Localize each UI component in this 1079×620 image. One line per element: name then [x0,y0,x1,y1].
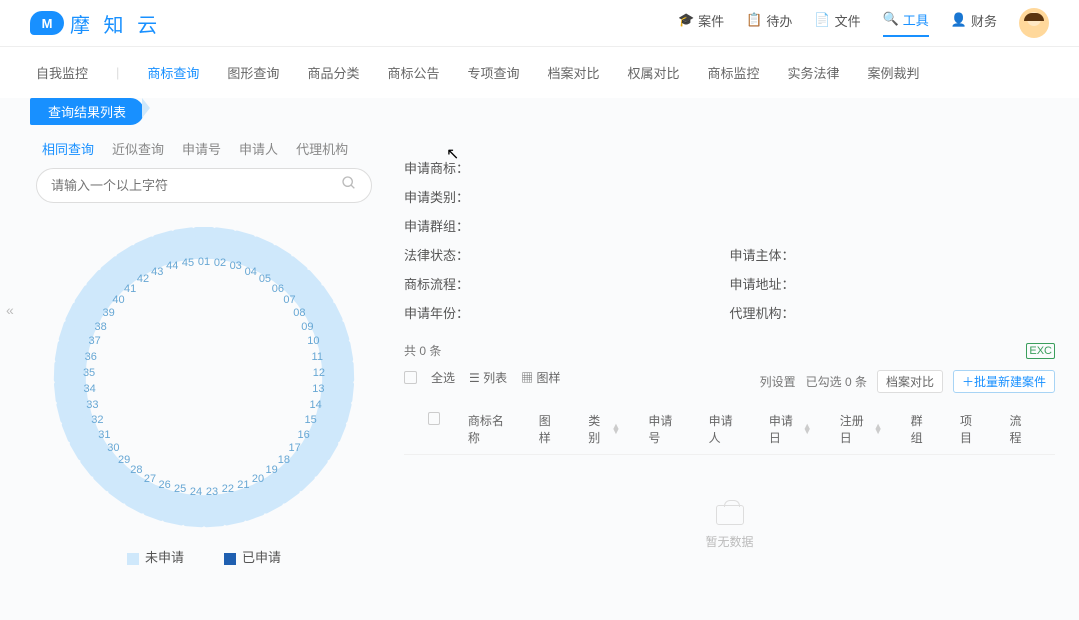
subnav-9[interactable]: 实务法律 [788,63,840,82]
query-tab-3[interactable]: 申请人 [239,139,278,158]
right-panel: 申请商标： 申请类别： 申请群组： 法律状态：申请主体：商标流程：申请地址：申请年份：… [404,98,1055,600]
query-tab-2[interactable]: 申请号 [182,139,221,158]
info-商标流程: 商标流程： [404,274,730,293]
top-nav: 🎓案件 📋待办 📄文件 🔍工具 👤财务 [678,8,1049,38]
nav-icon: 🔍 [883,11,899,27]
panel-title-ribbon: 查询结果列表 [30,98,144,125]
nav-icon: 👤 [951,12,967,28]
info-申请群组: 申请群组： [404,216,730,235]
export-excel-icon[interactable]: EXC [1026,343,1055,359]
batch-new-button[interactable]: ＋批量新建案件 [953,370,1055,393]
list-toolbar: 全选 ☰ 列表 ▦ 图样 列设置 已勾选 0 条 档案对比 ＋批量新建案件 [404,369,1055,394]
logo-badge-icon: M [30,11,64,35]
info-申请商标: 申请商标： [404,158,730,177]
info-申请主体: 申请主体： [730,245,1056,264]
info-申请类别: 申请类别： [404,187,730,206]
top-nav-4[interactable]: 👤财务 [951,11,997,36]
legend-applied: 已申请 [224,547,281,566]
info-法律状态: 法律状态： [404,245,730,264]
th-8[interactable]: 项目 [960,412,981,446]
logo-text: 摩 知 云 [70,9,161,38]
th-3[interactable]: 申请号 [648,412,680,446]
table-header: 商标名称图样类别▲▼ 申请号申请人申请日▲▼ 注册日▲▼ 群组项目流程 [404,404,1055,455]
th-1[interactable]: 图样 [539,412,560,446]
th-7[interactable]: 群组 [911,412,932,446]
top-nav-1[interactable]: 📋待办 [746,11,792,36]
subnav-7[interactable]: 权属对比 [628,63,680,82]
query-tab-4[interactable]: 代理机构 [296,139,348,158]
checked-count: 已勾选 0 条 [806,373,867,390]
search-box[interactable] [36,168,372,203]
empty-state: 暂无数据 [404,455,1055,600]
th-0[interactable]: 商标名称 [468,412,511,446]
subnav-4[interactable]: 商标公告 [387,63,439,82]
nav-icon: 📋 [746,12,762,28]
subnav-5[interactable]: 专项查询 [467,63,519,82]
logo[interactable]: M 摩 知 云 [30,9,161,38]
info-grid: 申请商标： 申请类别： 申请群组： 法律状态：申请主体：商标流程：申请地址：申请年份：… [404,158,1055,322]
sort-icon[interactable]: ▲▼ [803,424,812,434]
query-tab-0[interactable]: 相同查询 [42,139,94,158]
wheel-num-45[interactable]: 45 [178,253,198,273]
subnav-3[interactable]: 商品分类 [307,63,359,82]
column-settings[interactable]: 列设置 [760,373,796,390]
collapse-left-icon[interactable]: « [6,302,14,318]
total-count: 共 0 条 [404,342,441,359]
grid-view-toggle[interactable]: ▦ 图样 [521,369,560,386]
select-all-checkbox[interactable] [404,371,417,384]
top-nav-0[interactable]: 🎓案件 [678,11,724,36]
nav-icon: 📄 [814,12,830,28]
list-view-toggle[interactable]: ☰ 列表 [469,369,507,386]
subnav-1[interactable]: 商标查询 [147,63,199,82]
sort-icon[interactable]: ▲▼ [611,424,620,434]
search-icon[interactable] [341,175,357,196]
info-申请地址: 申请地址： [730,274,1056,293]
info-代理机构: 代理机构： [730,303,1056,322]
result-toolbar: 共 0 条 EXC [404,342,1055,359]
th-2[interactable]: 类别▲▼ [588,412,620,446]
app-header: M 摩 知 云 🎓案件 📋待办 📄文件 🔍工具 👤财务 [0,0,1079,47]
subnav-10[interactable]: 案例裁判 [868,63,920,82]
legend-unapplied: 未申请 [127,547,184,566]
th-9[interactable]: 流程 [1010,412,1031,446]
sub-nav: 自我监控|商标查询图形查询商品分类商标公告专项查询档案对比权属对比商标监控实务法… [0,47,1079,98]
left-panel: 查询结果列表 相同查询近似查询申请号申请人代理机构 01020304050607… [24,98,384,600]
query-tab-1[interactable]: 近似查询 [112,139,164,158]
top-nav-3[interactable]: 🔍工具 [883,10,929,37]
header-checkbox[interactable] [428,412,440,425]
category-wheel: 0102030405060708091011121314151617181920… [54,227,354,527]
query-tabs: 相同查询近似查询申请号申请人代理机构 [24,125,384,168]
compare-button[interactable]: 档案对比 [877,370,943,393]
empty-inbox-icon [716,505,744,525]
top-nav-2[interactable]: 📄文件 [814,11,860,36]
subnav-8[interactable]: 商标监控 [708,63,760,82]
subnav-2[interactable]: 图形查询 [227,63,279,82]
nav-icon: 🎓 [678,12,694,28]
wheel-legend: 未申请 已申请 [24,537,384,576]
avatar[interactable] [1019,8,1049,38]
subnav-6[interactable]: 档案对比 [547,63,599,82]
th-6[interactable]: 注册日▲▼ [840,412,883,446]
subnav-0[interactable]: 自我监控 [36,63,88,82]
info-申请年份: 申请年份： [404,303,730,322]
sort-icon[interactable]: ▲▼ [874,424,883,434]
select-all-label: 全选 [431,369,455,386]
th-4[interactable]: 申请人 [709,412,741,446]
empty-text: 暂无数据 [404,533,1055,550]
search-input[interactable] [51,178,341,193]
th-5[interactable]: 申请日▲▼ [769,412,812,446]
